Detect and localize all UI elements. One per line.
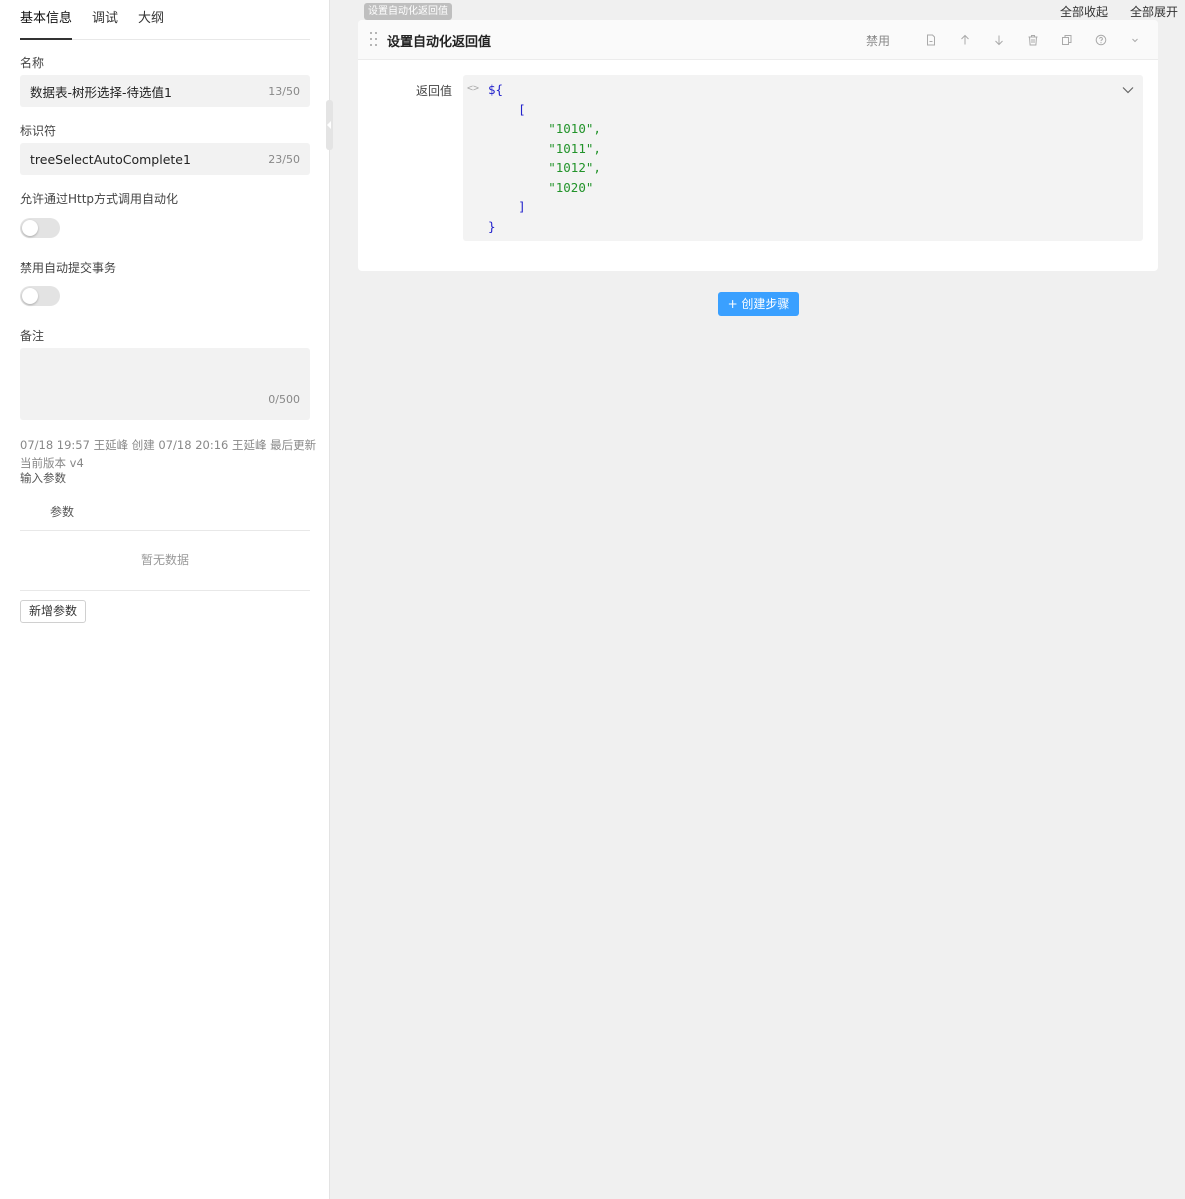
code-open-bracket: [ — [518, 101, 526, 117]
identifier-char-count: 23/50 — [268, 152, 300, 166]
name-value: 数据表-树形选择-待选值1 — [30, 84, 172, 100]
code-item: "1010", — [548, 121, 601, 136]
chevron-down-icon[interactable] — [1121, 83, 1135, 97]
code-close-brace: } — [488, 218, 496, 234]
tab-debug[interactable]: 调试 — [92, 0, 118, 40]
step-title: 设置自动化返回值 — [387, 35, 492, 50]
note-icon[interactable] — [922, 31, 940, 49]
name-input[interactable]: 数据表-树形选择-待选值1 13/50 — [20, 75, 310, 107]
top-actions: 全部收起 全部展开 — [1060, 3, 1178, 20]
step-toolbar: 禁用 — [866, 20, 1144, 60]
step-type-tag: 设置自动化返回值 — [364, 3, 452, 20]
step-card: 设置自动化返回值 禁用 返回值 <> ${["1010", "1011", … — [358, 20, 1158, 271]
remark-label: 备注 — [20, 329, 45, 343]
return-value-label: 返回值 — [416, 84, 453, 98]
identifier-value: treeSelectAutoComplete1 — [30, 151, 191, 167]
add-param-button[interactable]: 新增参数 — [20, 600, 87, 623]
disable-auto-commit-label: 禁用自动提交事务 — [20, 261, 117, 275]
panel-collapse-handle[interactable] — [326, 100, 333, 150]
expand-all-button[interactable]: 全部展开 — [1130, 3, 1178, 20]
disable-step-button[interactable]: 禁用 — [866, 32, 890, 49]
code-item: "1012", — [548, 160, 601, 175]
left-panel: 基本信息 调试 大纲 名称 数据表-树形选择-待选值1 13/50 标识符 tr… — [0, 0, 330, 1199]
identifier-label: 标识符 — [20, 124, 57, 138]
tab-basic-info[interactable]: 基本信息 — [20, 0, 73, 40]
name-label: 名称 — [20, 56, 45, 70]
help-icon[interactable] — [1092, 31, 1110, 49]
tab-outline[interactable]: 大纲 — [138, 0, 164, 40]
move-up-icon[interactable] — [956, 31, 974, 49]
chevron-down-icon[interactable] — [1126, 31, 1144, 49]
name-char-count: 13/50 — [268, 84, 300, 98]
http-call-toggle[interactable] — [20, 218, 60, 238]
params-table-header: 参数 — [20, 496, 310, 531]
code-item: "1020" — [548, 179, 594, 195]
code-icon: <> — [467, 83, 480, 94]
code-content: ${ [ "1010", "1011", "1012", "1020" ] } — [488, 80, 601, 236]
disable-auto-commit-toggle[interactable] — [20, 286, 60, 306]
params-column-header: 参数 — [50, 505, 75, 519]
remark-textarea[interactable]: 0/500 — [20, 348, 310, 420]
code-close-bracket: ] — [518, 199, 526, 214]
drag-handle-icon[interactable] — [370, 32, 378, 48]
copy-icon[interactable] — [1058, 31, 1076, 49]
move-down-icon[interactable] — [990, 31, 1008, 49]
identifier-input[interactable]: treeSelectAutoComplete1 23/50 — [20, 143, 310, 175]
create-step-button[interactable]: + 创建步骤 — [718, 292, 799, 316]
input-params-title: 输入参数 — [20, 471, 66, 485]
toggle-knob — [22, 288, 38, 304]
http-call-label: 允许通过Http方式调用自动化 — [20, 192, 179, 206]
history-info: 07/18 19:57 王延峰 创建 07/18 20:16 王延峰 最后更新 — [20, 438, 317, 452]
remark-char-count: 0/500 — [268, 393, 300, 406]
panel-tabs: 基本信息 调试 大纲 — [20, 0, 310, 40]
delete-icon[interactable] — [1024, 31, 1042, 49]
code-item: "1011", — [548, 140, 601, 156]
return-value-editor[interactable]: <> ${ [ "1010", "1011", "1012", "1020" ]… — [463, 75, 1143, 241]
collapse-all-button[interactable]: 全部收起 — [1060, 3, 1108, 20]
version-info: 当前版本 v4 — [20, 456, 84, 470]
params-empty-state: 暂无数据 — [20, 531, 310, 591]
step-card-header: 设置自动化返回值 禁用 — [358, 20, 1158, 60]
code-prefix: ${ — [488, 82, 504, 97]
toggle-knob — [22, 220, 38, 236]
